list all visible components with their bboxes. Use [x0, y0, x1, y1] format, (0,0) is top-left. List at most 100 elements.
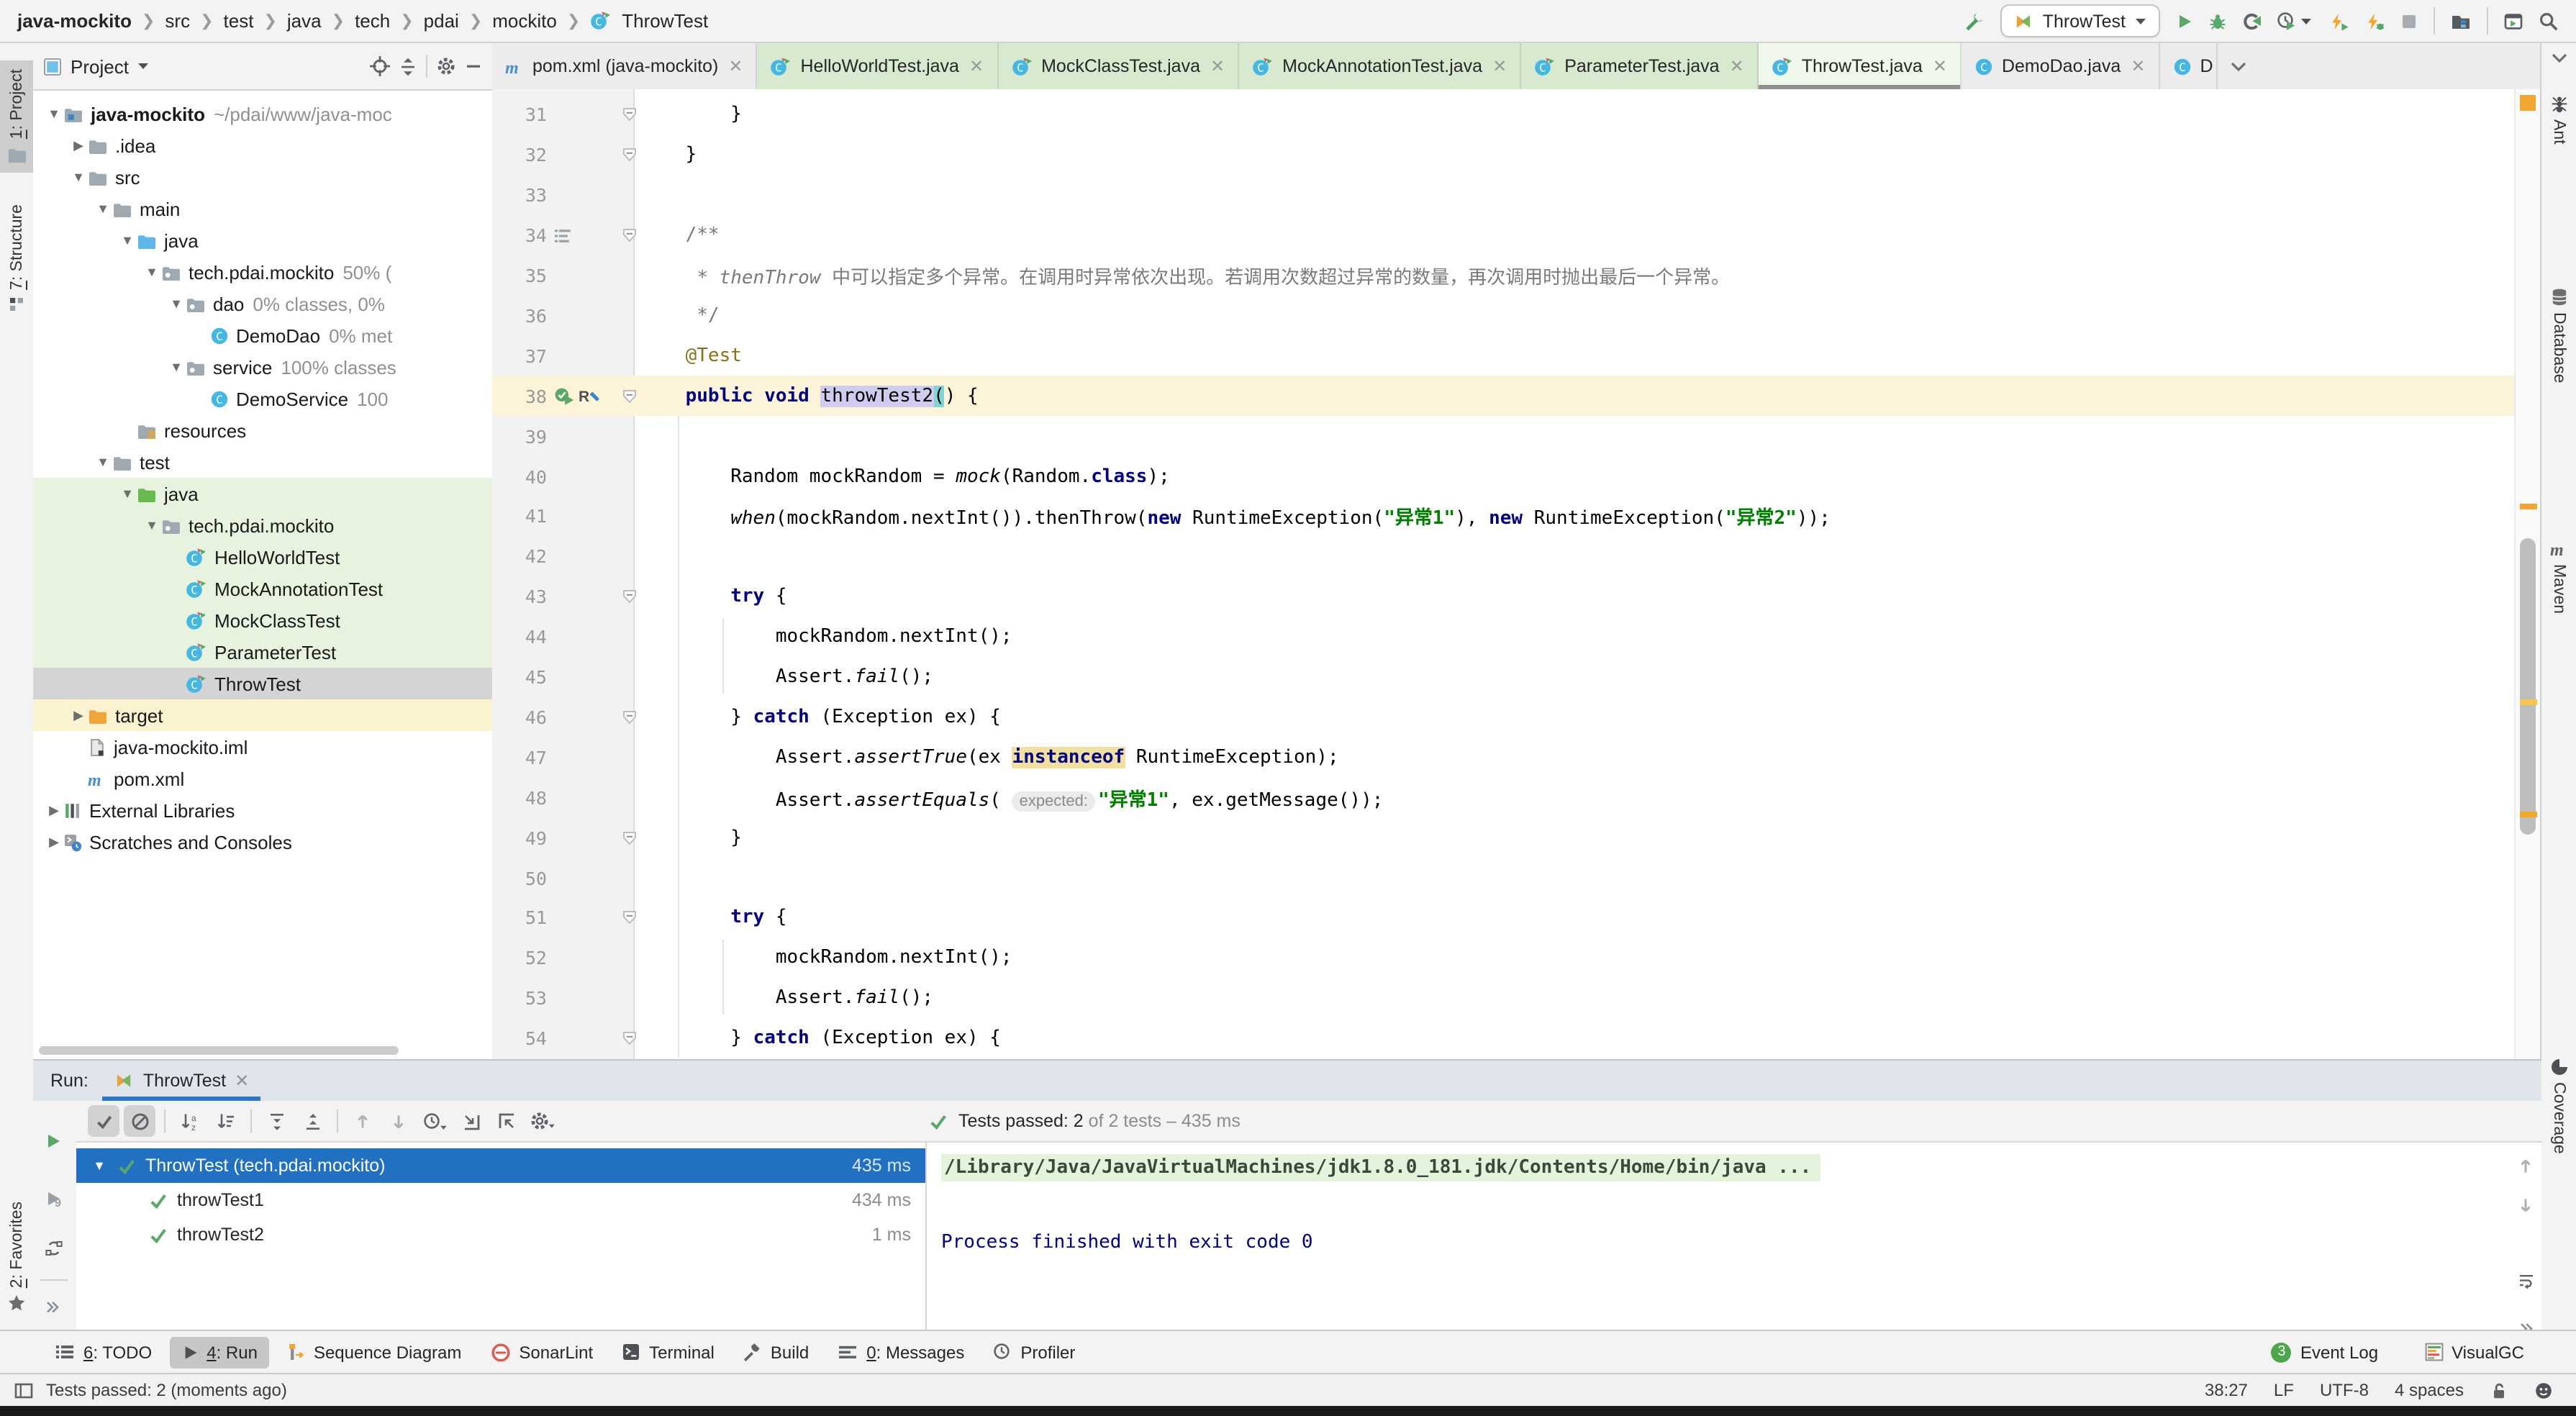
fold-marker[interactable]: [621, 107, 637, 123]
tab-close-icon[interactable]: ✕: [1210, 56, 1225, 76]
code-line-31[interactable]: 31 }: [492, 95, 2516, 135]
export-results-icon[interactable]: [491, 1105, 522, 1137]
tree-item--idea[interactable]: ▶ .idea: [33, 130, 492, 161]
code-line-38[interactable]: 38 R public void throwTest2() {: [492, 376, 2516, 417]
stripe-coverage-tab[interactable]: Coverage: [2541, 1058, 2576, 1154]
breadcrumb-item[interactable]: java-mockito: [17, 10, 132, 32]
breadcrumb-item[interactable]: pdai: [424, 10, 459, 32]
fold-marker[interactable]: [621, 910, 637, 926]
tab-close-icon[interactable]: ✕: [728, 56, 743, 76]
search-icon[interactable]: [2539, 11, 2559, 31]
coverage-icon[interactable]: [2242, 12, 2261, 30]
fold-marker[interactable]: [621, 388, 637, 404]
breadcrumb[interactable]: java-mockito❯src❯test❯java❯tech❯pdai❯moc…: [17, 10, 708, 32]
profile-icon[interactable]: [2277, 12, 2313, 30]
tree-item-demodao[interactable]: C DemoDao0% met: [33, 319, 492, 351]
tree-expanded-arrow[interactable]: ▼: [167, 296, 186, 311]
test-result-row[interactable]: throwTest1 434 ms: [76, 1183, 925, 1217]
collapse-all-icon[interactable]: [296, 1105, 328, 1137]
tree-expanded-arrow[interactable]: ▼: [142, 265, 161, 279]
stripe-marker[interactable]: [2520, 699, 2537, 705]
face-icon[interactable]: [2534, 1381, 2553, 1399]
stripe-marker[interactable]: [2520, 812, 2537, 817]
fold-marker[interactable]: [621, 227, 637, 243]
hide-panel-icon[interactable]: [465, 58, 482, 75]
tree-item-java[interactable]: ▼ java: [33, 478, 492, 509]
breadcrumb-item[interactable]: ThrowTest: [622, 10, 708, 32]
tree-item-tech-pdai-mockito[interactable]: ▼ tech.pdai.mockito: [33, 509, 492, 541]
fold-marker[interactable]: [621, 830, 637, 845]
code-line-32[interactable]: 32 }: [492, 135, 2516, 176]
tree-item-target[interactable]: ▶ target: [33, 699, 492, 731]
stripe-ant-tab[interactable]: Ant: [2541, 95, 2576, 145]
tree-collapsed-arrow[interactable]: ▶: [69, 137, 88, 153]
code-line-39[interactable]: 39: [492, 416, 2516, 456]
tab-close-icon[interactable]: ✕: [1730, 56, 1744, 76]
soft-wrap-icon[interactable]: [2516, 1272, 2535, 1289]
tab-close-icon[interactable]: ✕: [1492, 56, 1507, 76]
toolwindow-button-sequence-diagram[interactable]: Sequence Diagram: [275, 1336, 473, 1368]
code-line-50[interactable]: 50: [492, 858, 2516, 898]
tree-collapsed-arrow[interactable]: ▶: [69, 707, 88, 723]
code-area[interactable]: 31 } 32 } 33 34 /** 35 * thenThrow 中可以指定…: [492, 89, 2541, 1059]
tree-item-dao[interactable]: ▼ dao0% classes, 0%: [33, 288, 492, 319]
locate-file-icon[interactable]: [370, 56, 390, 76]
tab-parametertest-java[interactable]: CParameterTest.java✕: [1521, 43, 1759, 89]
toolwindow-button-6-todo[interactable]: 6: TODO: [43, 1336, 163, 1368]
sort-by-duration-icon[interactable]: [210, 1105, 242, 1137]
code-line-48[interactable]: 48 Assert.assertEquals( expected:"异常1", …: [492, 778, 2516, 818]
tree-item-parametertest[interactable]: C ParameterTest: [33, 636, 492, 668]
tree-collapsed-arrow[interactable]: ▶: [45, 834, 63, 850]
breadcrumb-item[interactable]: test: [224, 10, 254, 32]
tree-item-java[interactable]: ▼ java: [33, 224, 492, 256]
close-icon[interactable]: ✕: [235, 1071, 249, 1091]
file-encoding[interactable]: UTF-8: [2320, 1380, 2369, 1400]
show-passed-icon[interactable]: [88, 1105, 119, 1137]
stripe-database-tab[interactable]: Database: [2541, 288, 2576, 383]
plugin-icon[interactable]: [2451, 12, 2471, 30]
toolwindow-button-sonarlint[interactable]: SonarLint: [479, 1336, 604, 1368]
code-line-36[interactable]: 36 */: [492, 296, 2516, 336]
show-ignored-icon[interactable]: [124, 1105, 155, 1137]
code-line-34[interactable]: 34 /**: [492, 215, 2516, 255]
stripe-project-tab[interactable]: 1: Project: [0, 60, 33, 172]
test-history-icon[interactable]: [419, 1105, 450, 1137]
rerun-icon[interactable]: [45, 1133, 62, 1150]
run-tab[interactable]: ThrowTest ✕: [103, 1061, 260, 1101]
stripe-marker[interactable]: [2520, 504, 2537, 509]
code-line-47[interactable]: 47 Assert.assertTrue(ex instanceof Runti…: [492, 738, 2516, 778]
code-line-52[interactable]: 52 mockRandom.nextInt();: [492, 938, 2516, 979]
tree-item-test[interactable]: ▼ test: [33, 446, 492, 478]
tree-expanded-arrow[interactable]: ▼: [167, 360, 186, 374]
stripe-marker-square[interactable]: [2520, 95, 2536, 111]
toolwindow-button-profiler[interactable]: Profiler: [981, 1336, 1087, 1368]
tree-expanded-arrow[interactable]: ▼: [69, 170, 88, 184]
lock-icon[interactable]: [2490, 1381, 2508, 1399]
breadcrumb-item[interactable]: java: [287, 10, 322, 32]
tab-pom-xml-java-mockito-[interactable]: mpom.xml (java-mockito)✕: [492, 43, 758, 89]
tree-expanded-arrow[interactable]: ▼: [94, 201, 112, 216]
toolwindow-button-4-run[interactable]: 4: Run: [169, 1336, 269, 1368]
tree-item-pom-xml[interactable]: m pom.xml: [33, 763, 492, 794]
tree-item-service[interactable]: ▼ service100% classes: [33, 351, 492, 383]
breadcrumb-item[interactable]: src: [165, 10, 190, 32]
code-line-51[interactable]: 51 try {: [492, 898, 2516, 938]
code-line-40[interactable]: 40 Random mockRandom = mock(Random.class…: [492, 456, 2516, 496]
tab-demodao-java[interactable]: CDemoDao.java✕: [1962, 43, 2160, 89]
line-separator[interactable]: LF: [2274, 1380, 2294, 1400]
run-console[interactable]: /Library/Java/JavaVirtualMachines/jdk1.8…: [927, 1143, 2541, 1331]
scroll-down-icon[interactable]: [2517, 1196, 2534, 1215]
test-result-row[interactable]: ▼ ThrowTest (tech.pdai.mockito) 435 ms: [76, 1148, 925, 1183]
tree-expanded-arrow[interactable]: ▼: [118, 233, 137, 248]
code-line-53[interactable]: 53 Assert.fail();: [492, 979, 2516, 1019]
fold-marker[interactable]: [621, 589, 637, 604]
code-line-54[interactable]: 54 } catch (Exception ex) {: [492, 1018, 2516, 1058]
run-anything-icon[interactable]: [2504, 12, 2523, 30]
tree-expanded-arrow[interactable]: ▼: [45, 106, 63, 121]
test-result-row[interactable]: throwTest2 1 ms: [76, 1217, 925, 1252]
tab-helloworldtest-java[interactable]: CHelloWorldTest.java✕: [758, 43, 999, 89]
code-line-35[interactable]: 35 * thenThrow 中可以指定多个异常。在调用时异常依次出现。若调用次…: [492, 255, 2516, 296]
more-options-icon[interactable]: [45, 1299, 60, 1315]
tab-throwtest-java[interactable]: CThrowTest.java✕: [1759, 43, 1962, 89]
bolt-debug-icon[interactable]: [2364, 12, 2385, 30]
